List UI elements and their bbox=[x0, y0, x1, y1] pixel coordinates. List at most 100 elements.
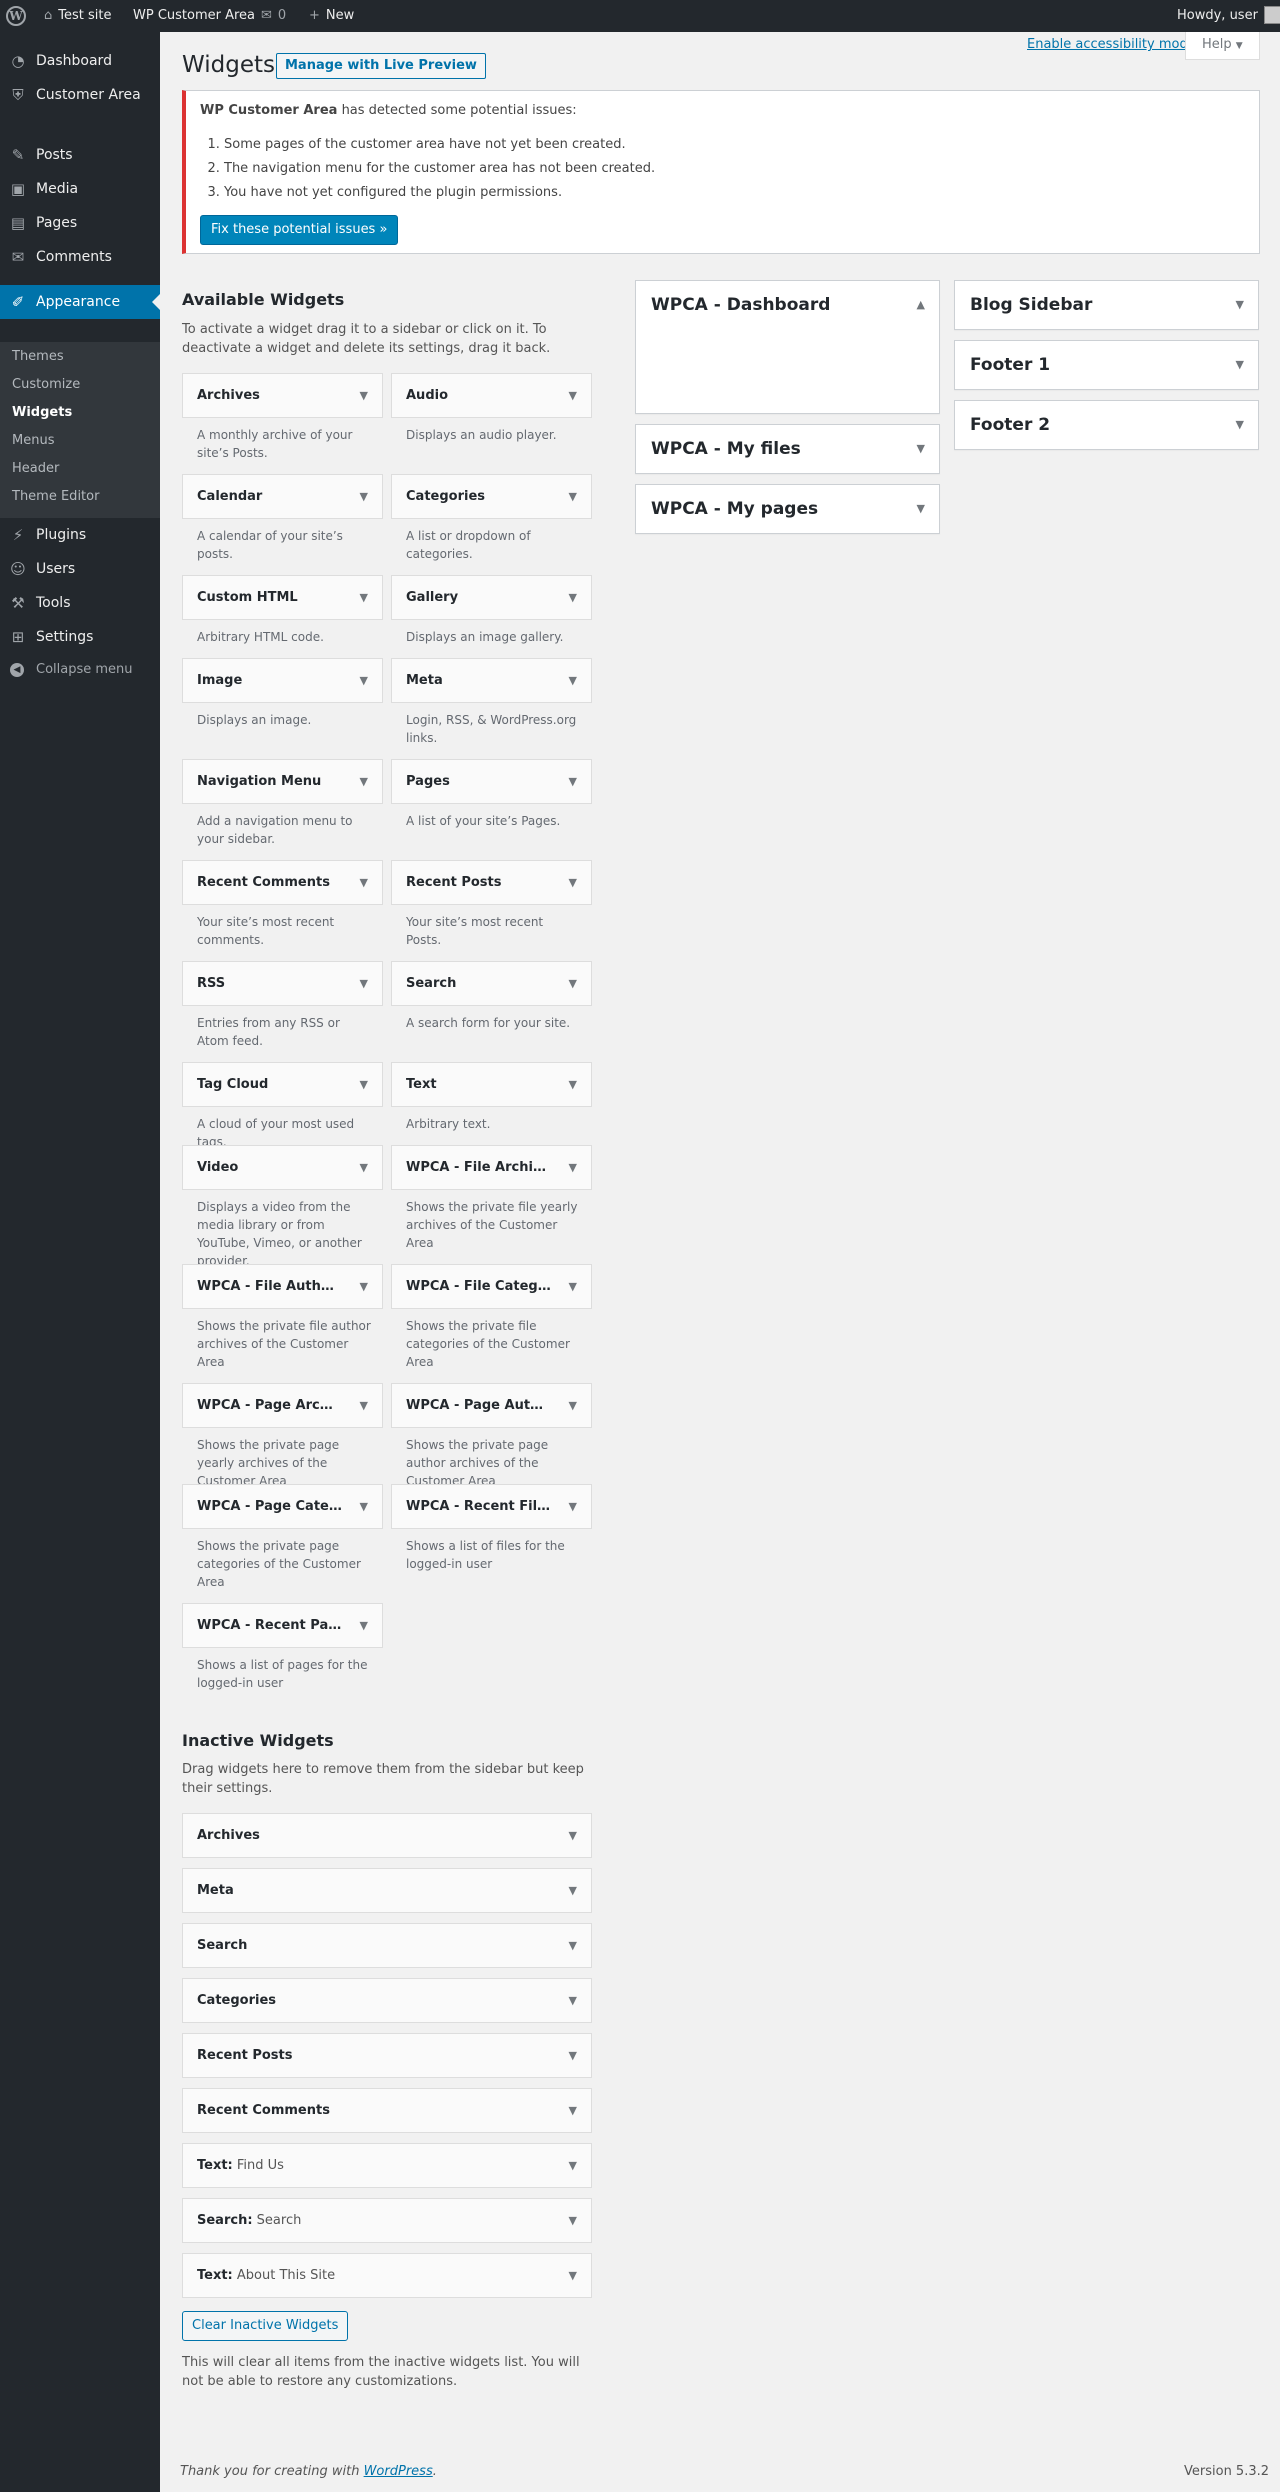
inactive-widget[interactable]: Recent Comments ▼ bbox=[182, 2088, 592, 2133]
chevron-down-icon[interactable]: ▼ bbox=[360, 576, 368, 619]
available-widget[interactable]: Audio ▼ bbox=[391, 373, 592, 418]
chevron-down-icon[interactable]: ▼ bbox=[917, 485, 925, 533]
chevron-down-icon[interactable]: ▼ bbox=[569, 1814, 577, 1857]
sidebar-item-appearance[interactable]: ✐ Appearance bbox=[0, 285, 160, 319]
sidebar-item-pages[interactable]: ▤ Pages bbox=[0, 206, 160, 240]
chevron-down-icon[interactable]: ▼ bbox=[360, 1063, 368, 1106]
inactive-widget[interactable]: Archives ▼ bbox=[182, 1813, 592, 1858]
chevron-down-icon[interactable]: ▼ bbox=[360, 962, 368, 1005]
new-content-link[interactable]: + New bbox=[309, 0, 354, 32]
chevron-down-icon[interactable]: ▼ bbox=[569, 1063, 577, 1106]
chevron-down-icon[interactable]: ▼ bbox=[917, 425, 925, 473]
chevron-down-icon[interactable]: ▼ bbox=[569, 374, 577, 417]
submenu-header[interactable]: Header bbox=[12, 458, 59, 480]
chevron-down-icon[interactable]: ▼ bbox=[569, 1265, 577, 1308]
sidebar-item-dashboard[interactable]: ◔ Dashboard bbox=[0, 44, 160, 78]
available-widget[interactable]: Gallery ▼ bbox=[391, 575, 592, 620]
available-widget[interactable]: Text ▼ bbox=[391, 1062, 592, 1107]
chevron-down-icon[interactable]: ▼ bbox=[569, 962, 577, 1005]
available-widget[interactable]: WPCA - File Auth… ▼ bbox=[182, 1264, 383, 1309]
chevron-down-icon[interactable]: ▼ bbox=[1236, 281, 1244, 329]
sidebar-wpca-my-files[interactable]: WPCA - My files ▼ bbox=[635, 424, 940, 474]
available-widget[interactable]: WPCA - File Archi… ▼ bbox=[391, 1145, 592, 1190]
chevron-down-icon[interactable]: ▼ bbox=[569, 2254, 577, 2297]
sidebar-footer-2[interactable]: Footer 2 ▼ bbox=[954, 400, 1259, 450]
chevron-down-icon[interactable]: ▼ bbox=[569, 760, 577, 803]
chevron-down-icon[interactable]: ▼ bbox=[569, 2089, 577, 2132]
available-widget[interactable]: Archives ▼ bbox=[182, 373, 383, 418]
inactive-widget[interactable]: Text: About This Site ▼ bbox=[182, 2253, 592, 2298]
available-widget[interactable]: Meta ▼ bbox=[391, 658, 592, 703]
inactive-widget[interactable]: Recent Posts ▼ bbox=[182, 2033, 592, 2078]
available-widget[interactable]: Recent Comments ▼ bbox=[182, 860, 383, 905]
chevron-down-icon[interactable]: ▼ bbox=[360, 1485, 368, 1528]
submenu-menus[interactable]: Menus bbox=[12, 430, 54, 452]
sidebar-item-tools[interactable]: ⚒ Tools bbox=[0, 586, 160, 620]
comments-link[interactable]: ✉ 0 bbox=[261, 0, 286, 32]
available-widget[interactable]: Navigation Menu ▼ bbox=[182, 759, 383, 804]
chevron-down-icon[interactable]: ▼ bbox=[569, 475, 577, 518]
available-widget[interactable]: WPCA - Recent Pa… ▼ bbox=[182, 1603, 383, 1648]
sidebar-item-users[interactable]: ☺ Users bbox=[0, 552, 160, 586]
inactive-widget[interactable]: Meta ▼ bbox=[182, 1868, 592, 1913]
chevron-down-icon[interactable]: ▼ bbox=[569, 2144, 577, 2187]
collapse-menu-button[interactable]: ◀ Collapse menu bbox=[0, 655, 160, 685]
fix-issues-button[interactable]: Fix these potential issues » bbox=[200, 215, 399, 245]
chevron-down-icon[interactable]: ▼ bbox=[569, 861, 577, 904]
chevron-down-icon[interactable]: ▼ bbox=[1236, 401, 1244, 449]
sidebar-wpca-my-pages[interactable]: WPCA - My pages ▼ bbox=[635, 484, 940, 534]
sidebar-item-settings[interactable]: ⊞ Settings bbox=[0, 620, 160, 654]
help-tab-button[interactable]: Help ▼ bbox=[1185, 32, 1260, 60]
submenu-customize[interactable]: Customize bbox=[12, 374, 80, 396]
available-widget[interactable]: Image ▼ bbox=[182, 658, 383, 703]
chevron-down-icon[interactable]: ▼ bbox=[569, 1979, 577, 2022]
clear-inactive-widgets-button[interactable]: Clear Inactive Widgets bbox=[182, 2311, 349, 2341]
chevron-down-icon[interactable]: ▼ bbox=[569, 659, 577, 702]
chevron-down-icon[interactable]: ▼ bbox=[360, 760, 368, 803]
chevron-down-icon[interactable]: ▼ bbox=[569, 1146, 577, 1189]
chevron-down-icon[interactable]: ▼ bbox=[569, 1869, 577, 1912]
chevron-down-icon[interactable]: ▼ bbox=[360, 374, 368, 417]
available-widget[interactable]: WPCA - Page Aut… ▼ bbox=[391, 1383, 592, 1428]
inactive-widget[interactable]: Text: Find Us ▼ bbox=[182, 2143, 592, 2188]
available-widget[interactable]: WPCA - Page Cate… ▼ bbox=[182, 1484, 383, 1529]
sidebar-wpca-dashboard[interactable]: WPCA - Dashboard ▲ bbox=[635, 280, 940, 414]
sidebar-item-posts[interactable]: ✎ Posts bbox=[0, 138, 160, 172]
live-preview-button[interactable]: Manage with Live Preview bbox=[276, 53, 486, 79]
inactive-widget[interactable]: Categories ▼ bbox=[182, 1978, 592, 2023]
available-widget[interactable]: RSS ▼ bbox=[182, 961, 383, 1006]
submenu-widgets[interactable]: Widgets bbox=[12, 402, 72, 424]
sidebar-blog-sidebar[interactable]: Blog Sidebar ▼ bbox=[954, 280, 1259, 330]
chevron-down-icon[interactable]: ▼ bbox=[569, 2034, 577, 2077]
sidebar-item-plugins[interactable]: ⚡ Plugins bbox=[0, 518, 160, 552]
chevron-down-icon[interactable]: ▼ bbox=[1236, 341, 1244, 389]
chevron-down-icon[interactable]: ▼ bbox=[569, 1924, 577, 1967]
plugin-link[interactable]: WP Customer Area bbox=[133, 0, 255, 32]
chevron-down-icon[interactable]: ▼ bbox=[569, 576, 577, 619]
chevron-down-icon[interactable]: ▼ bbox=[360, 1384, 368, 1427]
available-widget[interactable]: Pages ▼ bbox=[391, 759, 592, 804]
chevron-down-icon[interactable]: ▼ bbox=[360, 475, 368, 518]
chevron-down-icon[interactable]: ▼ bbox=[569, 2199, 577, 2242]
submenu-themes[interactable]: Themes bbox=[12, 346, 64, 368]
sidebar-item-customer-area[interactable]: ⛨ Customer Area bbox=[0, 78, 160, 112]
available-widget[interactable]: Search ▼ bbox=[391, 961, 592, 1006]
available-widget[interactable]: Custom HTML ▼ bbox=[182, 575, 383, 620]
available-widget[interactable]: WPCA - Page Arc… ▼ bbox=[182, 1383, 383, 1428]
inactive-widget[interactable]: Search ▼ bbox=[182, 1923, 592, 1968]
chevron-up-icon[interactable]: ▲ bbox=[917, 281, 925, 329]
wordpress-link[interactable]: WordPress bbox=[364, 2464, 433, 2479]
available-widget[interactable]: WPCA - Recent Fil… ▼ bbox=[391, 1484, 592, 1529]
my-account-link[interactable]: Howdy, user bbox=[1177, 0, 1280, 32]
chevron-down-icon[interactable]: ▼ bbox=[360, 659, 368, 702]
submenu-theme-editor[interactable]: Theme Editor bbox=[12, 486, 99, 508]
sidebar-footer-1[interactable]: Footer 1 ▼ bbox=[954, 340, 1259, 390]
available-widget[interactable]: Video ▼ bbox=[182, 1145, 383, 1190]
chevron-down-icon[interactable]: ▼ bbox=[360, 861, 368, 904]
chevron-down-icon[interactable]: ▼ bbox=[360, 1604, 368, 1647]
wordpress-logo-icon[interactable]: W bbox=[6, 6, 26, 26]
accessibility-mode-link[interactable]: Enable accessibility mode bbox=[1027, 37, 1196, 52]
site-name-link[interactable]: ⌂ Test site bbox=[44, 0, 111, 32]
inactive-widget[interactable]: Search: Search ▼ bbox=[182, 2198, 592, 2243]
available-widget[interactable]: WPCA - File Categ… ▼ bbox=[391, 1264, 592, 1309]
